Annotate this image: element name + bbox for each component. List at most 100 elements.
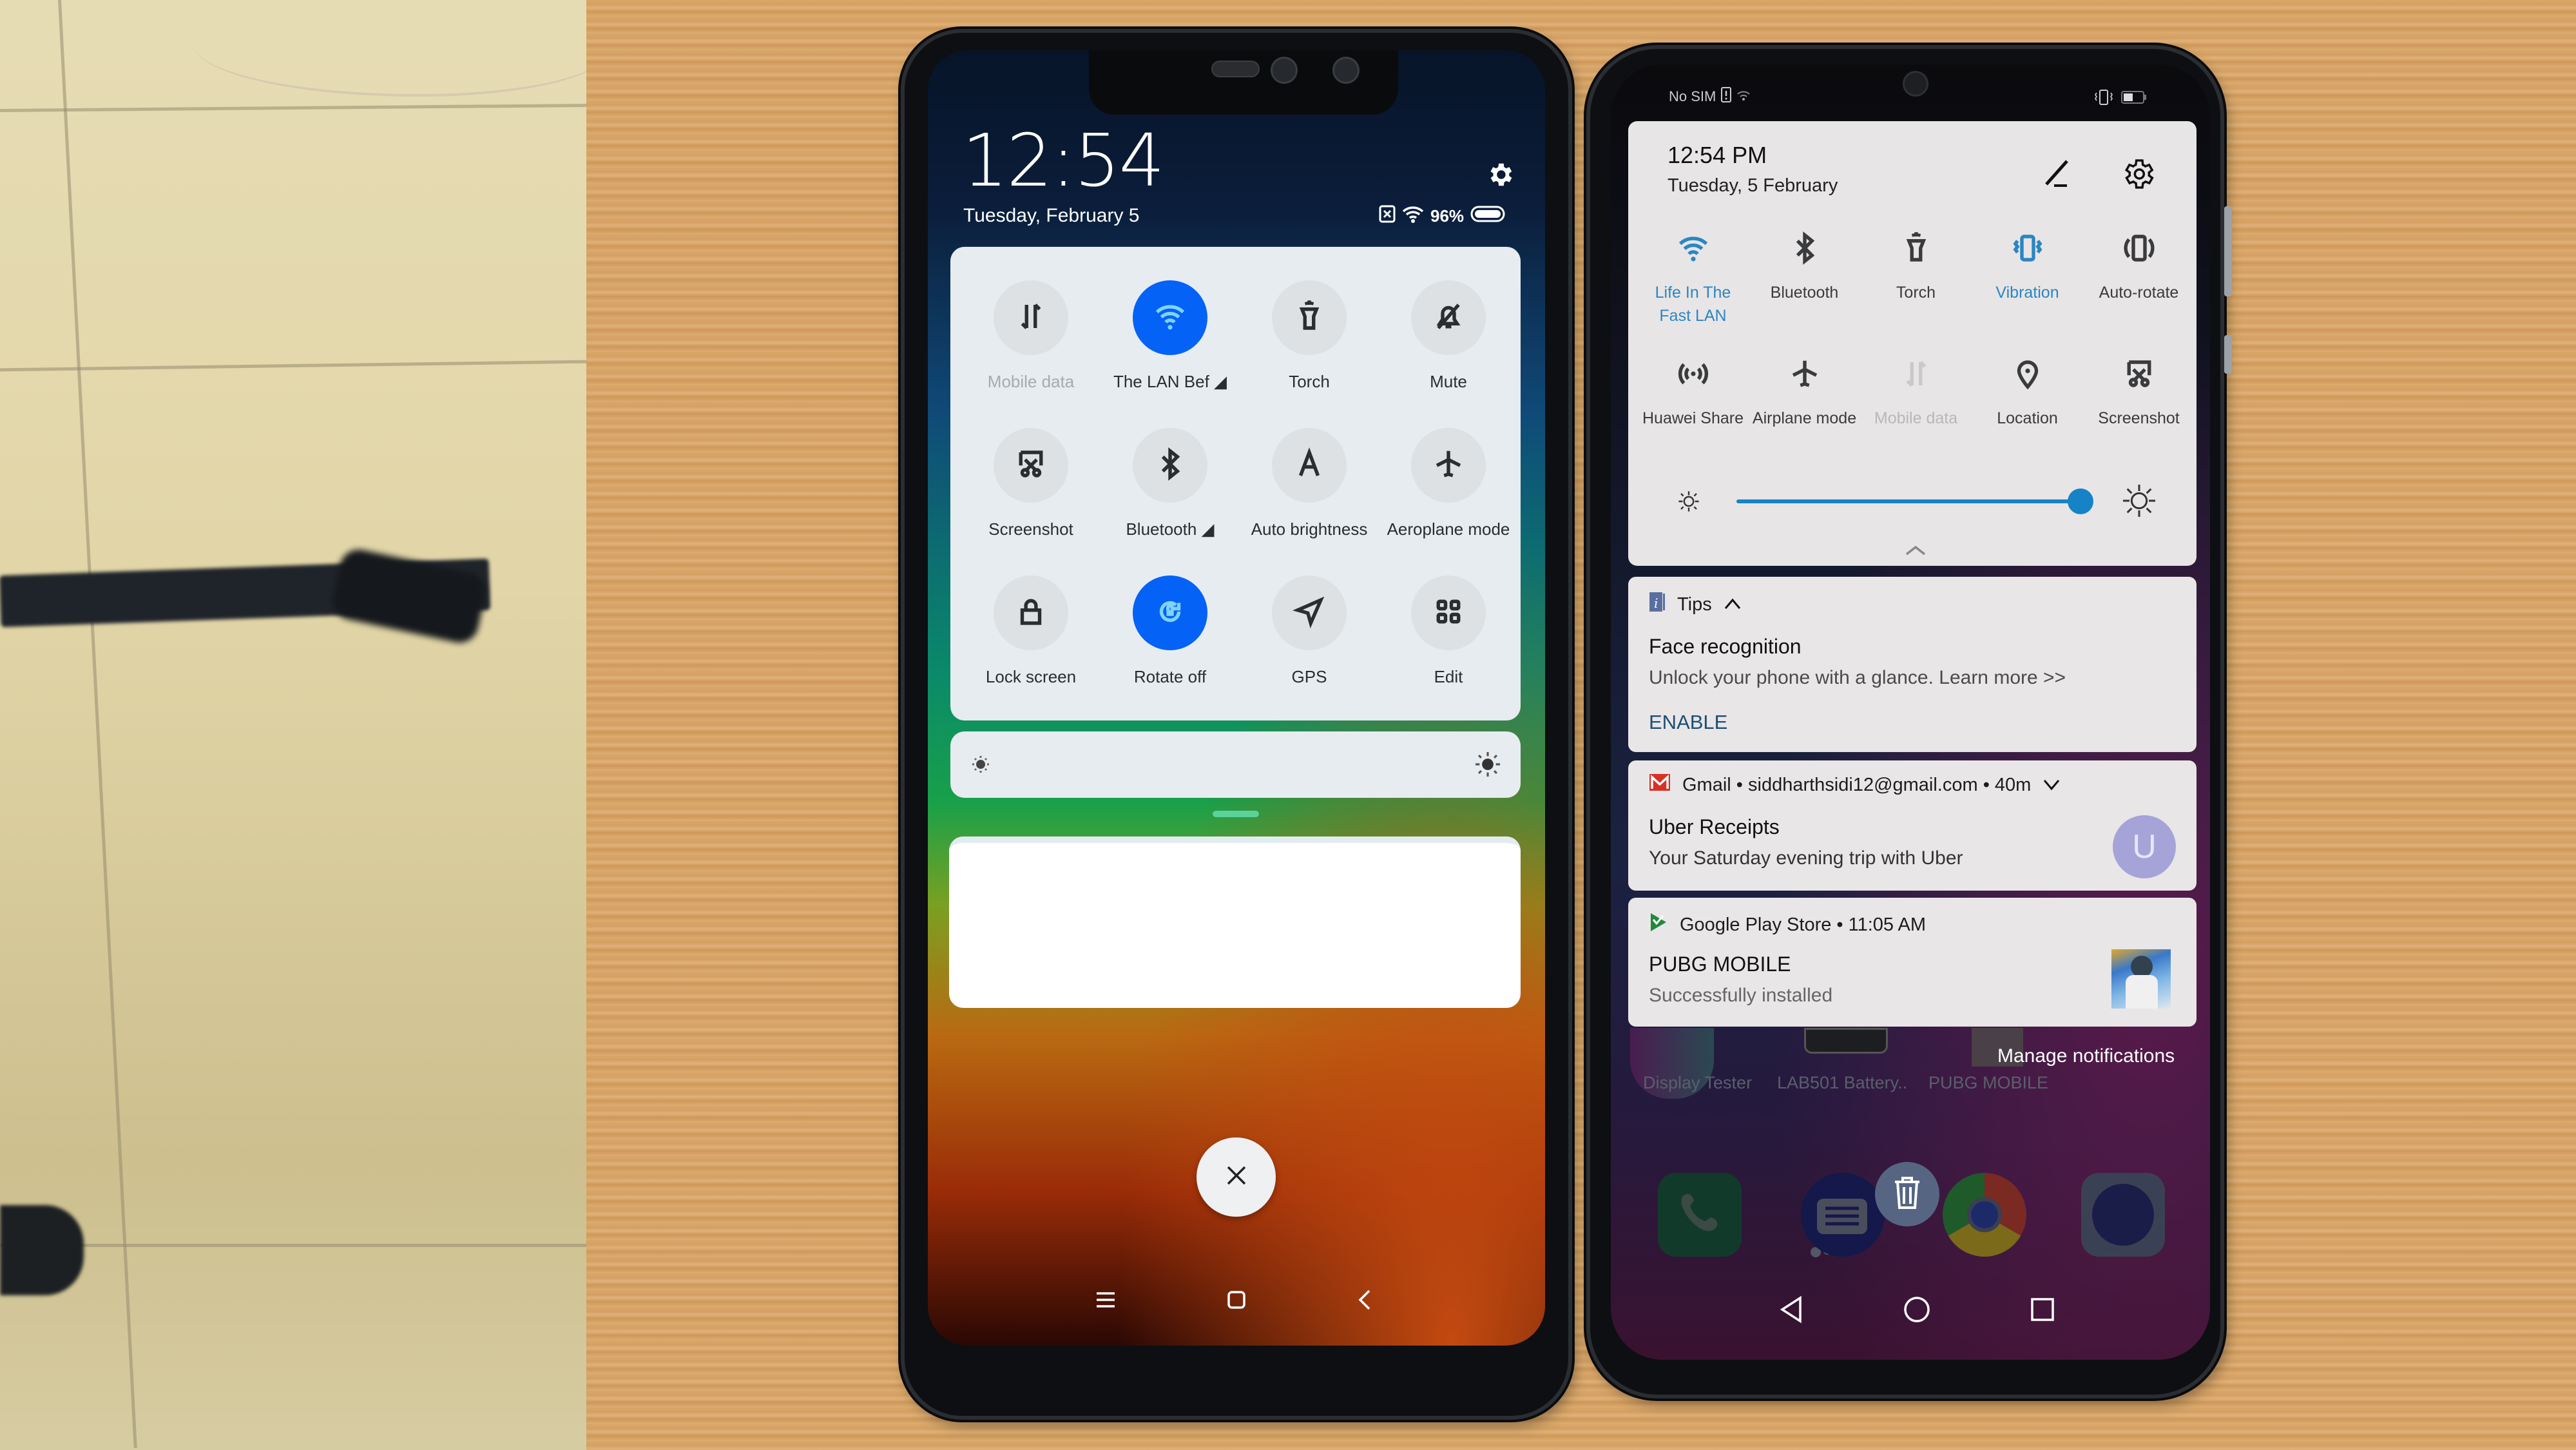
rotation-lock-icon	[1153, 594, 1187, 632]
phone-app-icon[interactable]	[1658, 1173, 1742, 1257]
quick-tile-aeroplane-mode[interactable]: Aeroplane mode	[1384, 428, 1513, 539]
battery-app-icon	[1804, 1028, 1888, 1054]
expand-chevron-icon[interactable]	[2043, 775, 2061, 796]
quick-tile-life-in-the-fast-lan[interactable]: Life In The Fast LAN	[1637, 226, 1749, 327]
quick-tile-mute[interactable]: Mute	[1384, 280, 1513, 392]
svg-text:i: i	[1654, 595, 1658, 611]
enable-button[interactable]: ENABLE	[1649, 711, 1727, 734]
notification-play-store[interactable]: Google Play Store • 11:05 AM PUBG MOBILE…	[1628, 898, 2196, 1027]
tile-grout	[0, 1244, 586, 1247]
quick-tile-huawei-share[interactable]: Huawei Share	[1637, 351, 1749, 430]
quick-tile-mobile-data[interactable]: Mobile data	[966, 280, 1095, 392]
auto-rotate-icon	[2082, 226, 2195, 271]
clear-all-button[interactable]	[1197, 1137, 1276, 1217]
collapse-chevron-icon[interactable]	[1903, 540, 1928, 562]
home-icon[interactable]	[1903, 1295, 1931, 1327]
quick-tile-screenshot[interactable]: Screenshot	[966, 428, 1095, 539]
quick-tile-mobile-data[interactable]: Mobile data	[1860, 351, 1972, 430]
pubg-helmet	[2131, 956, 2153, 978]
quick-tile-airplane-mode[interactable]: Airplane mode	[1748, 351, 1861, 430]
battery-percent: 96%	[1430, 206, 1465, 226]
quick-tile-bluetooth[interactable]: Bluetooth	[1748, 226, 1861, 304]
menu-icon[interactable]	[1095, 1291, 1116, 1312]
quick-tile-torch[interactable]: Torch	[1860, 226, 1972, 304]
edit-pencil-icon[interactable]	[2041, 156, 2076, 191]
camera-app-icon[interactable]	[2081, 1173, 2165, 1257]
messages-app-icon[interactable]	[1801, 1173, 1885, 1257]
recents-icon[interactable]	[2030, 1297, 2055, 1326]
quick-tile-button[interactable]	[994, 575, 1068, 650]
carrier-label: No SIM	[1669, 88, 1716, 104]
tile-grout	[0, 360, 586, 372]
battery-icon	[2121, 90, 2147, 108]
quick-tile-screenshot[interactable]: Screenshot	[2082, 351, 2195, 430]
quick-tile-button[interactable]	[1133, 428, 1207, 503]
brightness-slider-thumb[interactable]	[2067, 488, 2093, 514]
quick-tile-label: Vibration	[1995, 284, 2059, 302]
manage-notifications-link[interactable]: Manage notifications	[1997, 1045, 2175, 1067]
quick-tile-label: Location	[1997, 409, 2058, 427]
quick-tile-torch[interactable]: Torch	[1245, 280, 1374, 392]
bluetooth-icon	[1748, 226, 1861, 271]
no-sim-icon	[1379, 205, 1396, 227]
home-icon[interactable]	[1227, 1290, 1246, 1313]
quick-tile-button[interactable]	[994, 280, 1068, 355]
settings-gear-icon[interactable]	[1485, 160, 1515, 189]
mobile-data-icon	[1860, 351, 1972, 396]
wifi-icon	[1637, 226, 1749, 271]
quick-tile-button[interactable]	[1411, 428, 1486, 503]
quick-tile-auto-brightness[interactable]: Auto brightness	[1245, 428, 1374, 539]
notification-gmail[interactable]: Gmail • siddharthsidi12@gmail.com • 40m …	[1628, 760, 2196, 891]
panel-date: Tuesday, 5 February	[1668, 175, 1838, 196]
volume-button	[2224, 206, 2232, 296]
notification-tips[interactable]: i Tips Face recognition Unlock your phon…	[1628, 577, 2196, 752]
quick-tile-rotate-off[interactable]: Rotate off	[1106, 575, 1235, 687]
brightness-slider-track[interactable]	[1736, 499, 2091, 503]
quick-tile-the-lan-bef[interactable]: The LAN Bef ◢	[1106, 280, 1235, 392]
quick-tile-button[interactable]	[1272, 575, 1347, 650]
panel-time: 12:54 PM	[1668, 142, 1767, 168]
tips-icon: i	[1649, 591, 1666, 618]
chrome-app-icon[interactable]	[1943, 1173, 2026, 1257]
wifi-icon	[1736, 88, 1751, 105]
quick-tile-label: Mobile data	[1874, 409, 1958, 427]
trash-drop-target[interactable]	[1875, 1162, 1939, 1226]
quick-tile-label: Airplane mode	[1752, 409, 1857, 427]
brightness-bar[interactable]	[950, 731, 1521, 798]
status-bar: 96%	[1379, 205, 1505, 227]
quick-tile-gps[interactable]: GPS	[1245, 575, 1374, 687]
drag-handle[interactable]	[1213, 811, 1259, 817]
gmail-icon	[1649, 773, 1671, 797]
quick-tile-button[interactable]	[1411, 280, 1486, 355]
quick-tile-vibration[interactable]: Vibration	[1971, 226, 2084, 304]
quick-tile-button[interactable]	[1133, 575, 1207, 650]
grid-edit-icon	[1431, 594, 1466, 632]
torch-icon	[1860, 226, 1972, 271]
back-icon[interactable]	[1357, 1289, 1372, 1314]
notification-header: Tips	[1677, 594, 1712, 615]
quick-tile-button[interactable]	[1272, 280, 1347, 355]
settings-gear-icon[interactable]	[2120, 156, 2156, 192]
quick-tile-button[interactable]	[994, 428, 1068, 503]
quick-tile-button[interactable]	[1133, 280, 1207, 355]
wifi-icon	[1402, 205, 1424, 227]
quick-tile-lock-screen[interactable]: Lock screen	[966, 575, 1095, 687]
quick-tile-button[interactable]	[1411, 575, 1486, 650]
quick-tile-edit[interactable]: Edit	[1384, 575, 1513, 687]
play-store-icon	[1649, 912, 1668, 938]
quick-tile-button[interactable]	[1272, 428, 1347, 503]
close-icon	[1225, 1164, 1248, 1190]
notification-title: PUBG MOBILE	[1649, 952, 1791, 976]
quick-tile-label: Mute	[1430, 372, 1467, 391]
quick-tile-label: Rotate off	[1133, 667, 1207, 686]
quick-tile-location[interactable]: Location	[1971, 351, 2084, 430]
back-icon[interactable]	[1778, 1295, 1804, 1327]
torch-icon	[1292, 299, 1327, 337]
brightness-high-icon	[2123, 485, 2155, 520]
clock-time: 12:54	[962, 119, 1165, 203]
collapse-chevron-icon[interactable]	[1724, 594, 1742, 615]
chrome-center	[1967, 1197, 2002, 1232]
quick-tile-bluetooth[interactable]: Bluetooth ◢	[1106, 428, 1235, 539]
airplane-icon	[1431, 447, 1466, 485]
quick-tile-auto-rotate[interactable]: Auto-rotate	[2082, 226, 2195, 304]
